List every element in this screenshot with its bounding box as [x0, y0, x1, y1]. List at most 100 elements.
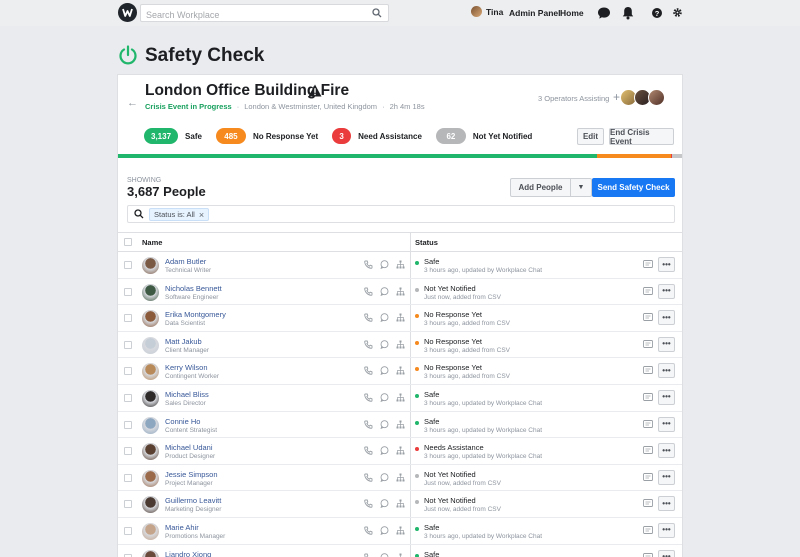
phone-icon[interactable]: [364, 553, 373, 557]
person-name[interactable]: Matt Jakub: [165, 337, 202, 346]
row-checkbox[interactable]: [124, 447, 132, 456]
note-icon[interactable]: [643, 552, 653, 557]
person-name[interactable]: Adam Butler: [165, 257, 206, 266]
message-icon[interactable]: [380, 419, 389, 429]
phone-icon[interactable]: [364, 287, 373, 296]
table-row[interactable]: Kerry Wilson Contingent Worker No Respon…: [118, 358, 682, 385]
table-row[interactable]: Connie Ho Content Strategist Safe 3 hour…: [118, 412, 682, 439]
phone-icon[interactable]: [364, 473, 373, 482]
person-name[interactable]: Connie Ho: [165, 417, 200, 426]
select-all-checkbox[interactable]: [124, 238, 132, 246]
need-assistance-count-pill[interactable]: 3: [332, 128, 352, 144]
search-input[interactable]: [141, 7, 356, 23]
person-name[interactable]: Nicholas Bennett: [165, 284, 222, 293]
message-icon[interactable]: [380, 286, 389, 296]
admin-panel-link[interactable]: Admin Panel: [509, 8, 560, 18]
note-icon[interactable]: [643, 472, 653, 481]
avatar[interactable]: [142, 310, 159, 328]
message-icon[interactable]: [380, 499, 389, 509]
send-safety-check-button[interactable]: Send Safety Check: [592, 178, 675, 197]
org-chart-icon[interactable]: [396, 313, 405, 322]
row-checkbox[interactable]: [124, 261, 132, 269]
person-name[interactable]: Liandro Xiong: [165, 550, 211, 557]
more-options-button[interactable]: •••: [658, 389, 675, 405]
more-options-button[interactable]: •••: [658, 363, 675, 379]
phone-icon[interactable]: [364, 420, 373, 429]
message-icon[interactable]: [380, 260, 389, 269]
org-chart-icon[interactable]: [396, 526, 405, 535]
avatar[interactable]: [142, 496, 159, 514]
more-options-button[interactable]: •••: [658, 549, 675, 557]
note-icon[interactable]: [643, 260, 653, 268]
message-icon[interactable]: [380, 446, 389, 456]
person-name[interactable]: Erika Montgomery: [165, 310, 226, 319]
table-row[interactable]: Nicholas Bennett Software Engineer Not Y…: [118, 279, 682, 306]
note-icon[interactable]: [643, 419, 653, 428]
edit-button[interactable]: Edit: [577, 128, 604, 145]
org-chart-icon[interactable]: [396, 366, 405, 375]
phone-icon[interactable]: [364, 526, 373, 535]
message-icon[interactable]: [380, 472, 389, 482]
org-chart-icon[interactable]: [396, 420, 405, 429]
no-response-count-pill[interactable]: 485: [215, 128, 246, 144]
row-checkbox[interactable]: [124, 287, 132, 296]
chat-icon[interactable]: [597, 6, 611, 20]
avatar[interactable]: [142, 469, 159, 487]
org-chart-icon[interactable]: [396, 393, 405, 402]
person-name[interactable]: Marie Ahir: [165, 523, 199, 532]
phone-icon[interactable]: [364, 393, 373, 402]
message-icon[interactable]: [380, 366, 389, 376]
org-chart-icon[interactable]: [396, 340, 405, 349]
avatar[interactable]: [142, 416, 159, 434]
gear-icon[interactable]: [672, 7, 683, 18]
avatar[interactable]: [142, 443, 159, 461]
avatar[interactable]: [142, 522, 159, 540]
table-row[interactable]: Guillermo Leavitt Marketing Designer Not…: [118, 491, 682, 518]
close-icon[interactable]: ×: [199, 210, 204, 220]
row-checkbox[interactable]: [124, 367, 132, 376]
chevron-down-icon[interactable]: ▼: [571, 179, 591, 196]
note-icon[interactable]: [643, 286, 653, 295]
message-icon[interactable]: [380, 340, 389, 349]
more-options-button[interactable]: •••: [658, 469, 675, 485]
org-chart-icon[interactable]: [396, 446, 405, 455]
person-name[interactable]: Guillermo Leavitt: [165, 496, 221, 505]
more-options-button[interactable]: •••: [658, 522, 675, 538]
status-column-header[interactable]: Status: [415, 238, 438, 247]
more-options-button[interactable]: •••: [658, 336, 675, 352]
table-row[interactable]: Liandro Xiong Safe 3 hours ago, updated …: [118, 545, 682, 557]
not-notified-count-pill[interactable]: 62: [435, 128, 466, 144]
phone-icon[interactable]: [364, 313, 373, 322]
note-icon[interactable]: [643, 525, 653, 534]
more-options-button[interactable]: •••: [658, 310, 675, 326]
avatar[interactable]: [142, 549, 159, 557]
name-column-header[interactable]: Name: [142, 238, 162, 247]
note-icon[interactable]: [643, 393, 653, 401]
message-icon[interactable]: [380, 526, 389, 535]
home-link[interactable]: Home: [560, 8, 584, 18]
person-name[interactable]: Michael Bliss: [165, 390, 209, 399]
avatar[interactable]: [648, 89, 665, 106]
more-options-button[interactable]: •••: [658, 416, 675, 432]
org-chart-icon[interactable]: [396, 287, 405, 296]
phone-icon[interactable]: [364, 340, 373, 349]
note-icon[interactable]: [643, 366, 653, 375]
row-checkbox[interactable]: [124, 473, 132, 482]
org-chart-icon[interactable]: [396, 473, 405, 482]
phone-icon[interactable]: [364, 446, 373, 455]
table-row[interactable]: Jessie Simpson Project Manager Not Yet N…: [118, 465, 682, 492]
note-icon[interactable]: [643, 339, 653, 348]
row-checkbox[interactable]: [124, 526, 132, 535]
person-name[interactable]: Michael Udani: [165, 443, 213, 452]
profile-link[interactable]: Tina: [471, 6, 503, 17]
table-row[interactable]: Marie Ahir Promotions Manager Safe 3 hou…: [118, 518, 682, 545]
add-people-split-button[interactable]: Add People ▼: [510, 178, 592, 197]
row-checkbox[interactable]: [124, 420, 132, 429]
row-checkbox[interactable]: [124, 393, 132, 402]
person-name[interactable]: Jessie Simpson: [165, 470, 218, 479]
org-chart-icon[interactable]: [396, 260, 405, 269]
workplace-logo-icon[interactable]: [118, 3, 137, 22]
table-row[interactable]: Matt Jakub Client Manager No Response Ye…: [118, 332, 682, 359]
table-row[interactable]: Michael Bliss Sales Director Safe 3 hour…: [118, 385, 682, 412]
more-options-button[interactable]: •••: [658, 443, 675, 459]
